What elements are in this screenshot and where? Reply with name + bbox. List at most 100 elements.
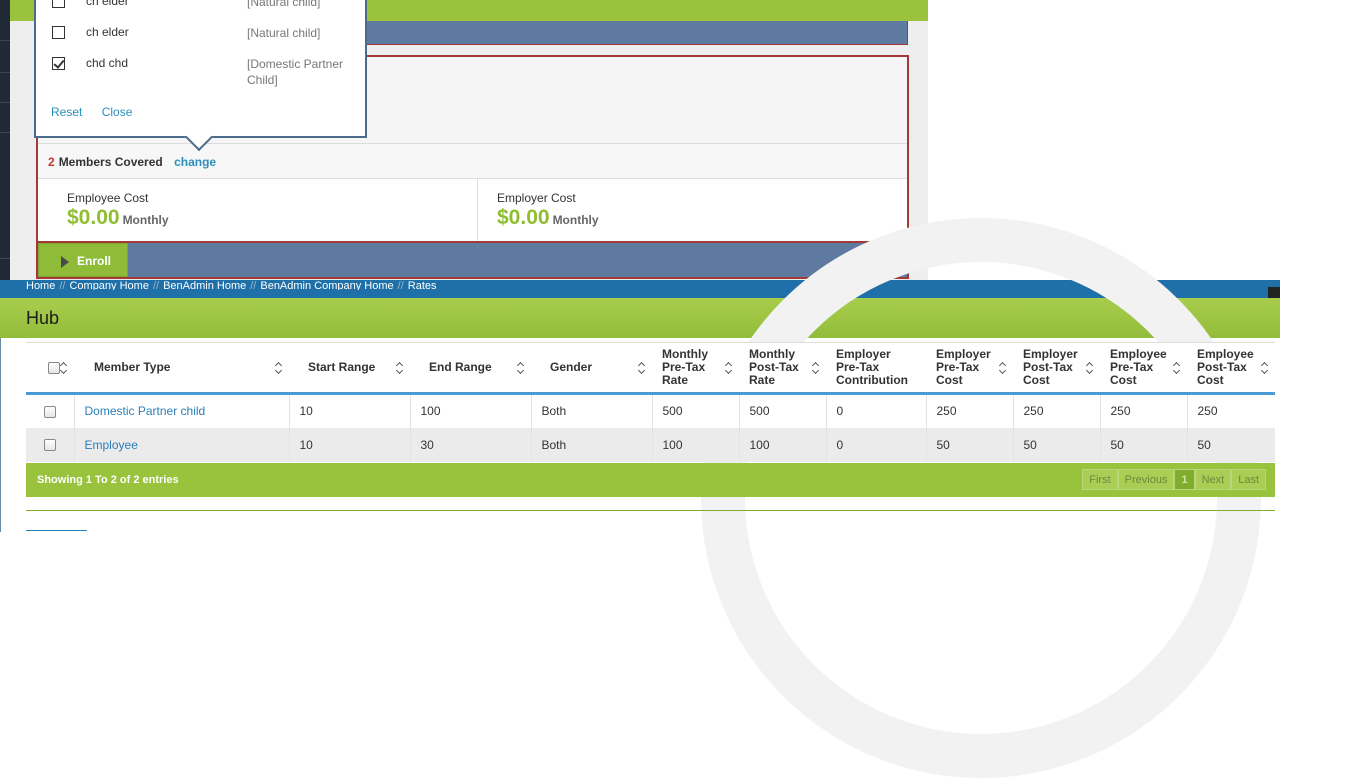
select-all-checkbox[interactable] [48,361,60,374]
row-checkbox[interactable] [43,406,56,419]
breadcrumb-benadmin-home[interactable]: BenAdmin Home [163,280,246,290]
column-header-monthly-pre-tax-rate[interactable]: Monthly Pre-Tax Rate [652,342,739,395]
member-relation: [Natural child] [247,0,321,9]
table-row[interactable]: Employee 10 30 Both 100 100 0 50 50 50 5… [26,427,1275,462]
sort-icon[interactable] [812,361,820,375]
members-covered-row: 2 Members Covered change [38,143,907,179]
breadcrumb-company-home[interactable]: Company Home [69,280,148,290]
pager-previous[interactable]: Previous [1117,469,1175,490]
column-header-end-range[interactable]: End Range [410,342,531,395]
member-type-link[interactable]: Employee [85,438,138,452]
column-header-employee-post-tax-cost[interactable]: Employee Post-Tax Cost [1187,342,1275,395]
pager-first[interactable]: First [1082,469,1118,490]
pager-next[interactable]: Next [1194,469,1232,490]
monthly-post-tax-rate-cell: 100 [739,427,827,462]
partial-link[interactable] [26,530,87,531]
end-range-cell: 30 [410,427,532,462]
left-nav-strip [0,0,10,280]
employer-pre-tax-contribution-cell: 0 [826,393,927,428]
table-footer: Showing 1 To 2 of 2 entries First Previo… [26,463,1275,497]
start-range-cell: 10 [289,427,411,462]
member-checkbox[interactable] [52,0,65,8]
member-name: chd chd [86,56,129,70]
member-name: ch elder [86,0,129,8]
member-name: ch elder [86,25,129,39]
sort-icon[interactable] [396,361,404,375]
employee-pre-tax-cost-cell: 50 [1100,427,1188,462]
sort-icon[interactable] [1173,361,1181,375]
sort-icon[interactable] [999,361,1007,375]
column-header-employer-pre-tax-contribution: Employer Pre-Tax Contribution [826,342,926,395]
column-header-monthly-post-tax-rate[interactable]: Monthly Post-Tax Rate [739,342,826,395]
employee-cost-unit: Monthly [122,213,169,227]
members-covered-label: Members Covered [58,155,163,169]
employee-post-tax-cost-cell: 250 [1187,393,1275,428]
employee-cost-value: $0.00 [67,206,120,229]
play-icon [61,256,69,268]
table-row[interactable]: Domestic Partner child 10 100 Both 500 5… [26,393,1275,428]
breadcrumb-benadmin-company-home[interactable]: BenAdmin Company Home [260,280,393,290]
member-relation: [Domestic Partner Child] [247,57,344,87]
breadcrumb: Home//Company Home//BenAdmin Home//BenAd… [26,280,437,290]
gender-cell: Both [531,427,653,462]
column-header-start-range[interactable]: Start Range [289,342,410,395]
employer-cost-value: $0.00 [497,206,550,229]
table-header-row: Member Type Start Range End Range Gender… [26,342,1275,395]
page-header: Hub [0,298,1280,338]
employer-post-tax-cost-cell: 250 [1013,393,1101,428]
entries-info: Showing 1 To 2 of 2 entries [37,474,179,486]
breadcrumb-home[interactable]: Home [26,280,55,290]
employer-pre-tax-cost-cell: 50 [926,427,1014,462]
member-checkbox[interactable] [52,26,65,39]
employee-pre-tax-cost-cell: 250 [1100,393,1188,428]
employer-cost-unit: Monthly [552,213,599,227]
sort-icon[interactable] [517,361,525,375]
rates-table: Member Type Start Range End Range Gender… [26,342,1275,462]
enroll-bar: Enroll [36,241,909,279]
pagination: First Previous 1 Next Last [1082,469,1266,490]
sort-icon[interactable] [638,361,646,375]
column-header-member-type[interactable]: Member Type [74,342,289,395]
start-range-cell: 10 [289,393,411,428]
member-checkbox-checked[interactable] [52,57,65,70]
select-all-header[interactable] [26,342,74,395]
column-header-employee-pre-tax-cost[interactable]: Employee Pre-Tax Cost [1100,342,1187,395]
sort-icon[interactable] [60,361,68,375]
divider [26,510,1275,511]
sort-icon[interactable] [725,361,733,375]
monthly-pre-tax-rate-cell: 100 [652,427,740,462]
members-count: 2 [48,155,55,169]
employee-post-tax-cost-cell: 50 [1187,427,1275,462]
end-range-cell: 100 [410,393,532,428]
column-header-employer-pre-tax-cost[interactable]: Employer Pre-Tax Cost [926,342,1013,395]
column-header-gender[interactable]: Gender [531,342,652,395]
members-popover: ch elder [Natural child] ch elder [Natur… [34,0,367,152]
sort-icon[interactable] [1086,361,1094,375]
employer-pre-tax-cost-cell: 250 [926,393,1014,428]
employer-post-tax-cost-cell: 50 [1013,427,1101,462]
employee-cost: Employee Cost $0.00 Monthly [38,179,477,241]
column-header-employer-post-tax-cost[interactable]: Employer Post-Tax Cost [1013,342,1100,395]
member-relation: [Natural child] [247,26,321,40]
pager-last[interactable]: Last [1231,469,1266,490]
monthly-pre-tax-rate-cell: 500 [652,393,740,428]
member-type-link[interactable]: Domestic Partner child [85,404,206,418]
close-link[interactable]: Close [102,105,133,119]
row-checkbox[interactable] [43,439,56,452]
sort-icon[interactable] [275,361,283,375]
sort-icon[interactable] [1261,361,1269,375]
gender-cell: Both [531,393,653,428]
change-members-link[interactable]: change [174,155,216,169]
rates-table-container: Member Type Start Range End Range Gender… [26,342,1275,462]
employer-pre-tax-contribution-cell: 0 [826,427,927,462]
cost-row: Employee Cost $0.00 Monthly Employer Cost… [38,179,907,241]
breadcrumb-rates: Rates [407,280,437,290]
monthly-post-tax-rate-cell: 500 [739,393,827,428]
employer-cost: Employer Cost $0.00 Monthly [477,179,907,241]
reset-link[interactable]: Reset [51,105,82,119]
employee-cost-label: Employee Cost [67,191,149,205]
enroll-button-label: Enroll [77,254,112,268]
pager-page-1[interactable]: 1 [1174,469,1195,490]
popover-actions: Reset Close [51,105,148,119]
enroll-button[interactable]: Enroll [38,243,128,277]
